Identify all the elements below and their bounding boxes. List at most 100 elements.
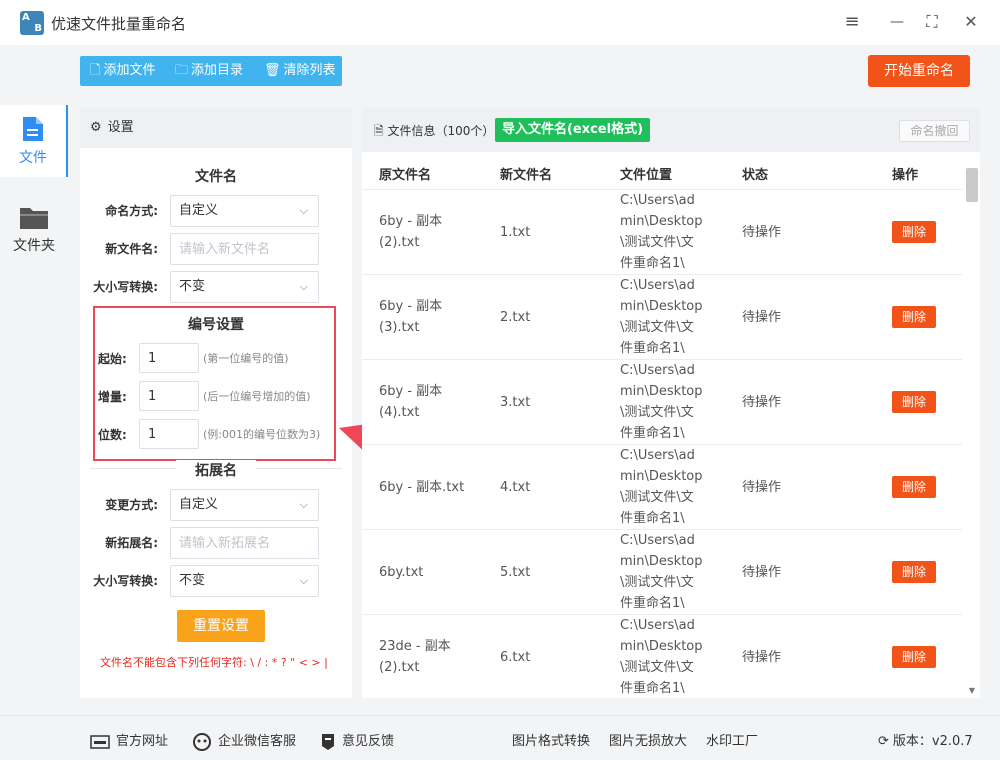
- footer: 官方网址 企业微信客服 意见反馈 图片格式转换 图片无损放大 水印工厂 ⟳ 版本：…: [0, 715, 1000, 760]
- reset-settings-button[interactable]: 重置设置: [177, 610, 265, 642]
- version-info[interactable]: ⟳ 版本：v2.0.7: [878, 730, 973, 749]
- location-cell: C:\Users\admin\Desktop\测试文件\文件重命名1\: [620, 448, 703, 526]
- naming-mode-select[interactable]: 自定义 ⌵: [170, 195, 319, 227]
- wechat-service-link[interactable]: 企业微信客服: [192, 730, 296, 751]
- case-convert-select[interactable]: 不变 ⌵: [170, 271, 319, 303]
- table-header: 原文件名 新文件名 文件位置 状态 操作: [362, 152, 962, 190]
- delete-button[interactable]: 删除: [892, 306, 936, 328]
- delete-button[interactable]: 删除: [892, 561, 936, 583]
- chevron-down-icon: ⌵: [299, 204, 308, 217]
- digits-hint: (例:001的编号位数为3): [203, 428, 321, 441]
- delete-button[interactable]: 删除: [892, 646, 936, 668]
- numbering-section-title: 编号设置: [188, 317, 244, 333]
- new-name-input[interactable]: [170, 233, 319, 265]
- case-convert-value: 不变: [179, 279, 206, 294]
- file-icon: [23, 117, 43, 141]
- delete-button[interactable]: 删除: [892, 391, 936, 413]
- app-title: 优速文件批量重命名: [51, 15, 187, 33]
- location-cell: C:\Users\admin\Desktop\测试文件\文件重命名1\: [620, 533, 703, 611]
- location-cell: C:\Users\admin\Desktop\测试文件\文件重命名1\: [620, 618, 703, 696]
- ext-mode-value: 自定义: [179, 497, 219, 512]
- gear-icon: ⚙: [90, 120, 102, 135]
- logo-letter-a: A: [22, 12, 30, 23]
- image-lossless-enlarge-link[interactable]: 图片无损放大: [609, 730, 687, 749]
- refresh-icon: ⟳: [878, 734, 889, 749]
- scroll-down-icon[interactable]: ▼: [966, 686, 978, 695]
- start-number-input[interactable]: [139, 343, 199, 373]
- location-cell: C:\Users\admin\Desktop\测试文件\文件重命名1\: [620, 193, 703, 271]
- clear-list-button[interactable]: 🗑 清除列表: [264, 56, 336, 86]
- col-new-name: 新文件名: [500, 168, 553, 183]
- title-bar: A B 优速文件批量重命名 ≡ — ⛶ ✕: [0, 0, 1000, 45]
- new-name-cell: 2.txt: [500, 310, 531, 325]
- nav-item-folder[interactable]: 文件夹: [0, 195, 68, 267]
- col-status: 状态: [742, 168, 769, 183]
- status-cell: 待操作: [742, 310, 782, 325]
- add-directory-label: 添加目录: [191, 63, 244, 78]
- minimize-icon[interactable]: —: [885, 10, 909, 34]
- undo-rename-button[interactable]: 命名撤回: [899, 120, 970, 142]
- close-icon[interactable]: ✕: [959, 10, 983, 34]
- trash-icon: 🗑: [264, 63, 281, 78]
- official-website-label: 官方网址: [116, 734, 169, 749]
- settings-header: ⚙ 设置: [80, 108, 352, 148]
- app-logo-icon: A B: [20, 11, 44, 35]
- new-ext-label: 新拓展名:: [105, 536, 158, 550]
- location-cell: C:\Users\admin\Desktop\测试文件\文件重命名1\: [620, 278, 703, 356]
- image-format-convert-link[interactable]: 图片格式转换: [512, 730, 590, 749]
- naming-mode-value: 自定义: [179, 203, 219, 218]
- status-cell: 待操作: [742, 650, 782, 665]
- col-location: 文件位置: [620, 168, 673, 183]
- chevron-down-icon: ⌵: [299, 280, 308, 293]
- table-row: 6by - 副本.txt 4.txt C:\Users\admin\Deskto…: [362, 445, 962, 530]
- filename-section-title: 文件名: [195, 169, 237, 185]
- original-name-cell: 6by - 副本 (2).txt: [379, 214, 443, 250]
- increment-hint: (后一位编号增加的值): [203, 390, 311, 403]
- file-panel-header: 🗎 文件信息（100个） 导入文件名(excel格式) 命名撤回: [362, 108, 980, 152]
- increment-label: 增量:: [98, 390, 127, 404]
- folder-icon: [20, 208, 48, 229]
- settings-panel: ⚙ 设置 文件名 命名方式: 自定义 ⌵ 新文件名: 大小写转换: 不变 ⌵ 编号…: [80, 108, 352, 698]
- status-cell: 待操作: [742, 395, 782, 410]
- invalid-chars-warning: 文件名不能包含下列任何字符: \ / : * ? " < > |: [100, 656, 328, 669]
- settings-title: 设置: [107, 120, 134, 135]
- delete-button[interactable]: 删除: [892, 221, 936, 243]
- digits-input[interactable]: [139, 419, 199, 449]
- file-add-icon: 🗋: [90, 63, 101, 78]
- import-excel-button[interactable]: 导入文件名(excel格式): [495, 118, 650, 142]
- vertical-scrollbar[interactable]: ▼: [964, 168, 978, 698]
- new-extension-input[interactable]: [170, 527, 319, 559]
- ext-mode-label: 变更方式:: [105, 498, 158, 512]
- table-row: 6by.txt 5.txt C:\Users\admin\Desktop\测试文…: [362, 530, 962, 615]
- ext-mode-select[interactable]: 自定义 ⌵: [170, 489, 319, 521]
- feedback-link[interactable]: 意见反馈: [320, 730, 394, 751]
- add-directory-button[interactable]: 🗀 添加目录: [175, 56, 243, 86]
- new-name-cell: 3.txt: [500, 395, 531, 410]
- ext-case-label: 大小写转换:: [93, 574, 158, 588]
- add-file-button[interactable]: 🗋 添加文件: [90, 56, 155, 86]
- official-website-link[interactable]: 官方网址: [90, 730, 168, 749]
- new-name-label: 新文件名:: [105, 242, 158, 256]
- col-action: 操作: [892, 168, 919, 183]
- delete-button[interactable]: 删除: [892, 476, 936, 498]
- folder-add-icon: 🗀: [175, 63, 189, 78]
- nav-label-folder: 文件夹: [13, 238, 55, 254]
- watermark-factory-link[interactable]: 水印工厂: [706, 730, 758, 749]
- maximize-icon[interactable]: ⛶: [920, 10, 944, 34]
- case-convert-label: 大小写转换:: [93, 280, 158, 294]
- menu-icon[interactable]: ≡: [840, 10, 864, 34]
- website-icon: [90, 734, 110, 749]
- naming-mode-label: 命名方式:: [105, 204, 158, 218]
- ext-case-value: 不变: [179, 573, 206, 588]
- version-label: 版本：v2.0.7: [892, 734, 973, 749]
- start-label: 起始:: [98, 352, 127, 366]
- ext-case-select[interactable]: 不变 ⌵: [170, 565, 319, 597]
- scrollbar-thumb[interactable]: [966, 168, 978, 202]
- increment-input[interactable]: [139, 381, 199, 411]
- start-rename-button[interactable]: 开始重命名: [868, 55, 970, 87]
- nav-item-file[interactable]: 文件: [0, 105, 68, 177]
- table-row: 23de - 副本 (2).txt 6.txt C:\Users\admin\D…: [362, 615, 962, 698]
- new-name-cell: 5.txt: [500, 565, 531, 580]
- extension-section-title: 拓展名: [176, 460, 256, 480]
- start-hint: (第一位编号的值): [203, 352, 289, 365]
